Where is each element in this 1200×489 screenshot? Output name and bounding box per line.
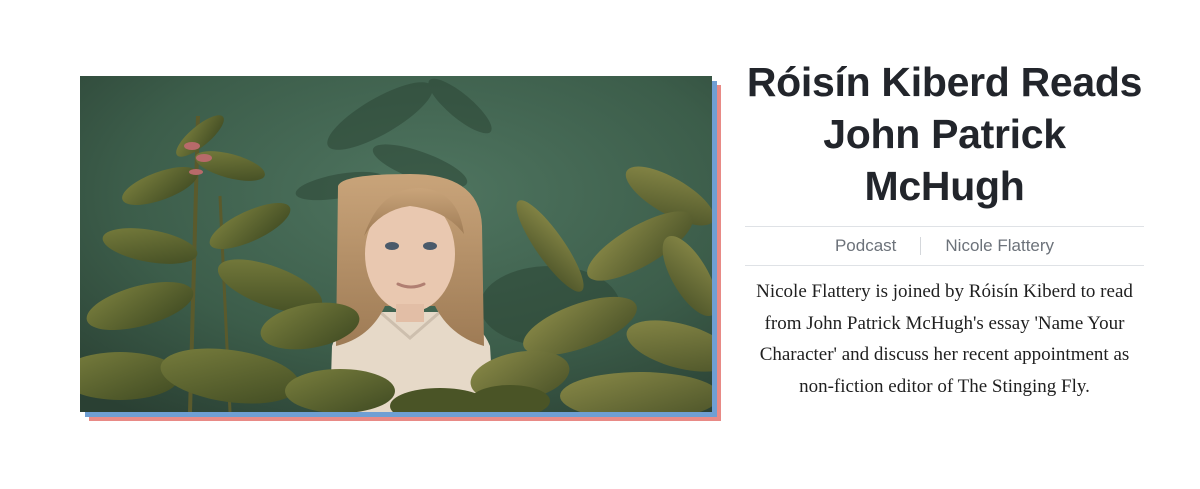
- article-description: Nicole Flattery is joined by Róisín Kibe…: [756, 281, 1133, 397]
- featured-image-block[interactable]: [80, 76, 721, 421]
- meta-divider: [920, 237, 922, 255]
- author-link[interactable]: Nicole Flattery: [945, 236, 1054, 256]
- category-link[interactable]: Podcast: [835, 236, 896, 256]
- portrait-photo-icon: [80, 76, 712, 412]
- featured-photo[interactable]: [80, 76, 712, 412]
- article-text: Róisín Kiberd Reads John Patrick McHugh …: [745, 56, 1144, 402]
- article-title[interactable]: Róisín Kiberd Reads John Patrick McHugh: [745, 56, 1144, 212]
- article-meta: Podcast Nicole Flattery: [745, 226, 1144, 266]
- podcast-card: Róisín Kiberd Reads John Patrick McHugh …: [0, 0, 1200, 489]
